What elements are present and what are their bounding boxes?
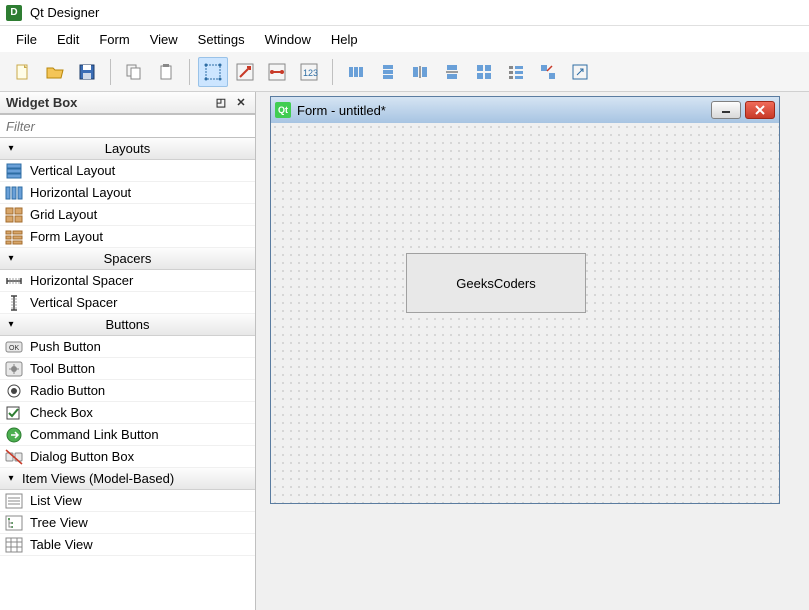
widget-box-panel: Widget Box ◰ ✕ ▾LayoutsVertical LayoutHo… [0,92,256,610]
widget-vertical-layout[interactable]: Vertical Layout [0,160,255,182]
widget-vertical-spacer[interactable]: Vertical Spacer [0,292,255,314]
widget-horizontal-spacer[interactable]: Horizontal Spacer [0,270,255,292]
widget-tree-view[interactable]: Tree View [0,512,255,534]
widget-form-layout[interactable]: Form Layout [0,226,255,248]
placed-pushbutton[interactable]: GeeksCoders [406,253,586,313]
toolbar-open-button[interactable] [40,57,70,87]
category-buttons[interactable]: ▾Buttons [0,314,255,336]
chevron-down-icon: ▾ [0,473,22,484]
toolbar-copy-button[interactable] [119,57,149,87]
widget-tree[interactable]: ▾LayoutsVertical LayoutHorizontal Layout… [0,138,255,610]
form-body[interactable]: GeeksCoders [271,123,779,503]
widget-box-title: Widget Box [6,95,77,110]
filter-input[interactable] [0,114,255,138]
menu-window[interactable]: Window [255,28,321,51]
radiobutton-icon [4,383,24,399]
checkbox-icon [4,405,24,421]
menu-view[interactable]: View [140,28,188,51]
chevron-down-icon: ▾ [0,253,22,264]
app-title: Qt Designer [30,5,99,20]
form-window-title: Form - untitled* [297,103,386,118]
toolbar-lay-v-split-button[interactable] [437,57,467,87]
main-area: Widget Box ◰ ✕ ▾LayoutsVertical LayoutHo… [0,92,809,610]
widget-push-button[interactable]: OKPush Button [0,336,255,358]
treeview-icon [4,515,24,531]
vspacer-icon [4,295,24,311]
toolbar-lay-v-button[interactable] [373,57,403,87]
toolbar-adjust-size-button[interactable] [565,57,595,87]
category-layouts[interactable]: ▾Layouts [0,138,255,160]
widget-check-box[interactable]: Check Box [0,402,255,424]
widget-command-link-button[interactable]: Command Link Button [0,424,255,446]
form-window-titlebar[interactable]: Qt Form - untitled* [271,97,779,123]
widget-dialog-button-box[interactable]: Dialog Button Box [0,446,255,468]
toolbar-edit-buddies-button[interactable] [262,57,292,87]
menu-settings[interactable]: Settings [188,28,255,51]
vlayout-icon [4,163,24,179]
chevron-down-icon: ▾ [0,319,22,330]
app-titlebar: D Qt Designer [0,0,809,26]
hlayout-icon [4,185,24,201]
hspacer-icon [4,273,24,289]
menu-form[interactable]: Form [89,28,139,51]
menu-help[interactable]: Help [321,28,368,51]
listview-icon [4,493,24,509]
main-toolbar: 123 [0,52,809,92]
panel-float-button[interactable]: ◰ [213,95,229,111]
widget-radio-button[interactable]: Radio Button [0,380,255,402]
toolbar-lay-h-button[interactable] [341,57,371,87]
design-canvas: Qt Form - untitled* GeeksCoders [256,92,809,610]
toolbar-edit-widgets-button[interactable] [198,57,228,87]
form-window[interactable]: Qt Form - untitled* GeeksCoders [270,96,780,504]
toolbar-paste-button[interactable] [151,57,181,87]
toolbar-edit-signals-button[interactable] [230,57,260,87]
form-close-button[interactable] [745,101,775,119]
pushbutton-icon: OK [4,339,24,355]
category-item-views-model-based-[interactable]: ▾Item Views (Model-Based) [0,468,255,490]
app-logo-icon: D [6,5,22,21]
toolbar-break-layout-button[interactable] [533,57,563,87]
widget-horizontal-layout[interactable]: Horizontal Layout [0,182,255,204]
widget-box-header: Widget Box ◰ ✕ [0,92,255,114]
menu-bar: FileEditFormViewSettingsWindowHelp [0,26,809,52]
placed-pushbutton-label: GeeksCoders [456,276,535,291]
form-minimize-button[interactable] [711,101,741,119]
menu-edit[interactable]: Edit [47,28,89,51]
gridlayout-icon [4,207,24,223]
category-spacers[interactable]: ▾Spacers [0,248,255,270]
dialogbuttonbox-icon [4,449,24,465]
widget-table-view[interactable]: Table View [0,534,255,556]
toolbutton-icon [4,361,24,377]
toolbar-lay-form-button[interactable] [501,57,531,87]
qt-logo-icon: Qt [275,102,291,118]
svg-text:123: 123 [303,68,318,78]
chevron-down-icon: ▾ [0,143,22,154]
widget-box-filter [0,114,255,138]
widget-list-view[interactable]: List View [0,490,255,512]
toolbar-save-button[interactable] [72,57,102,87]
widget-tool-button[interactable]: Tool Button [0,358,255,380]
widget-grid-layout[interactable]: Grid Layout [0,204,255,226]
menu-file[interactable]: File [6,28,47,51]
toolbar-lay-h-split-button[interactable] [405,57,435,87]
tableview-icon [4,537,24,553]
toolbar-edit-tab-order-button[interactable]: 123 [294,57,324,87]
toolbar-new-button[interactable] [8,57,38,87]
formlayout-icon [4,229,24,245]
commandlink-icon [4,427,24,443]
svg-text:OK: OK [9,345,19,352]
panel-close-button[interactable]: ✕ [233,95,249,111]
toolbar-lay-grid-button[interactable] [469,57,499,87]
